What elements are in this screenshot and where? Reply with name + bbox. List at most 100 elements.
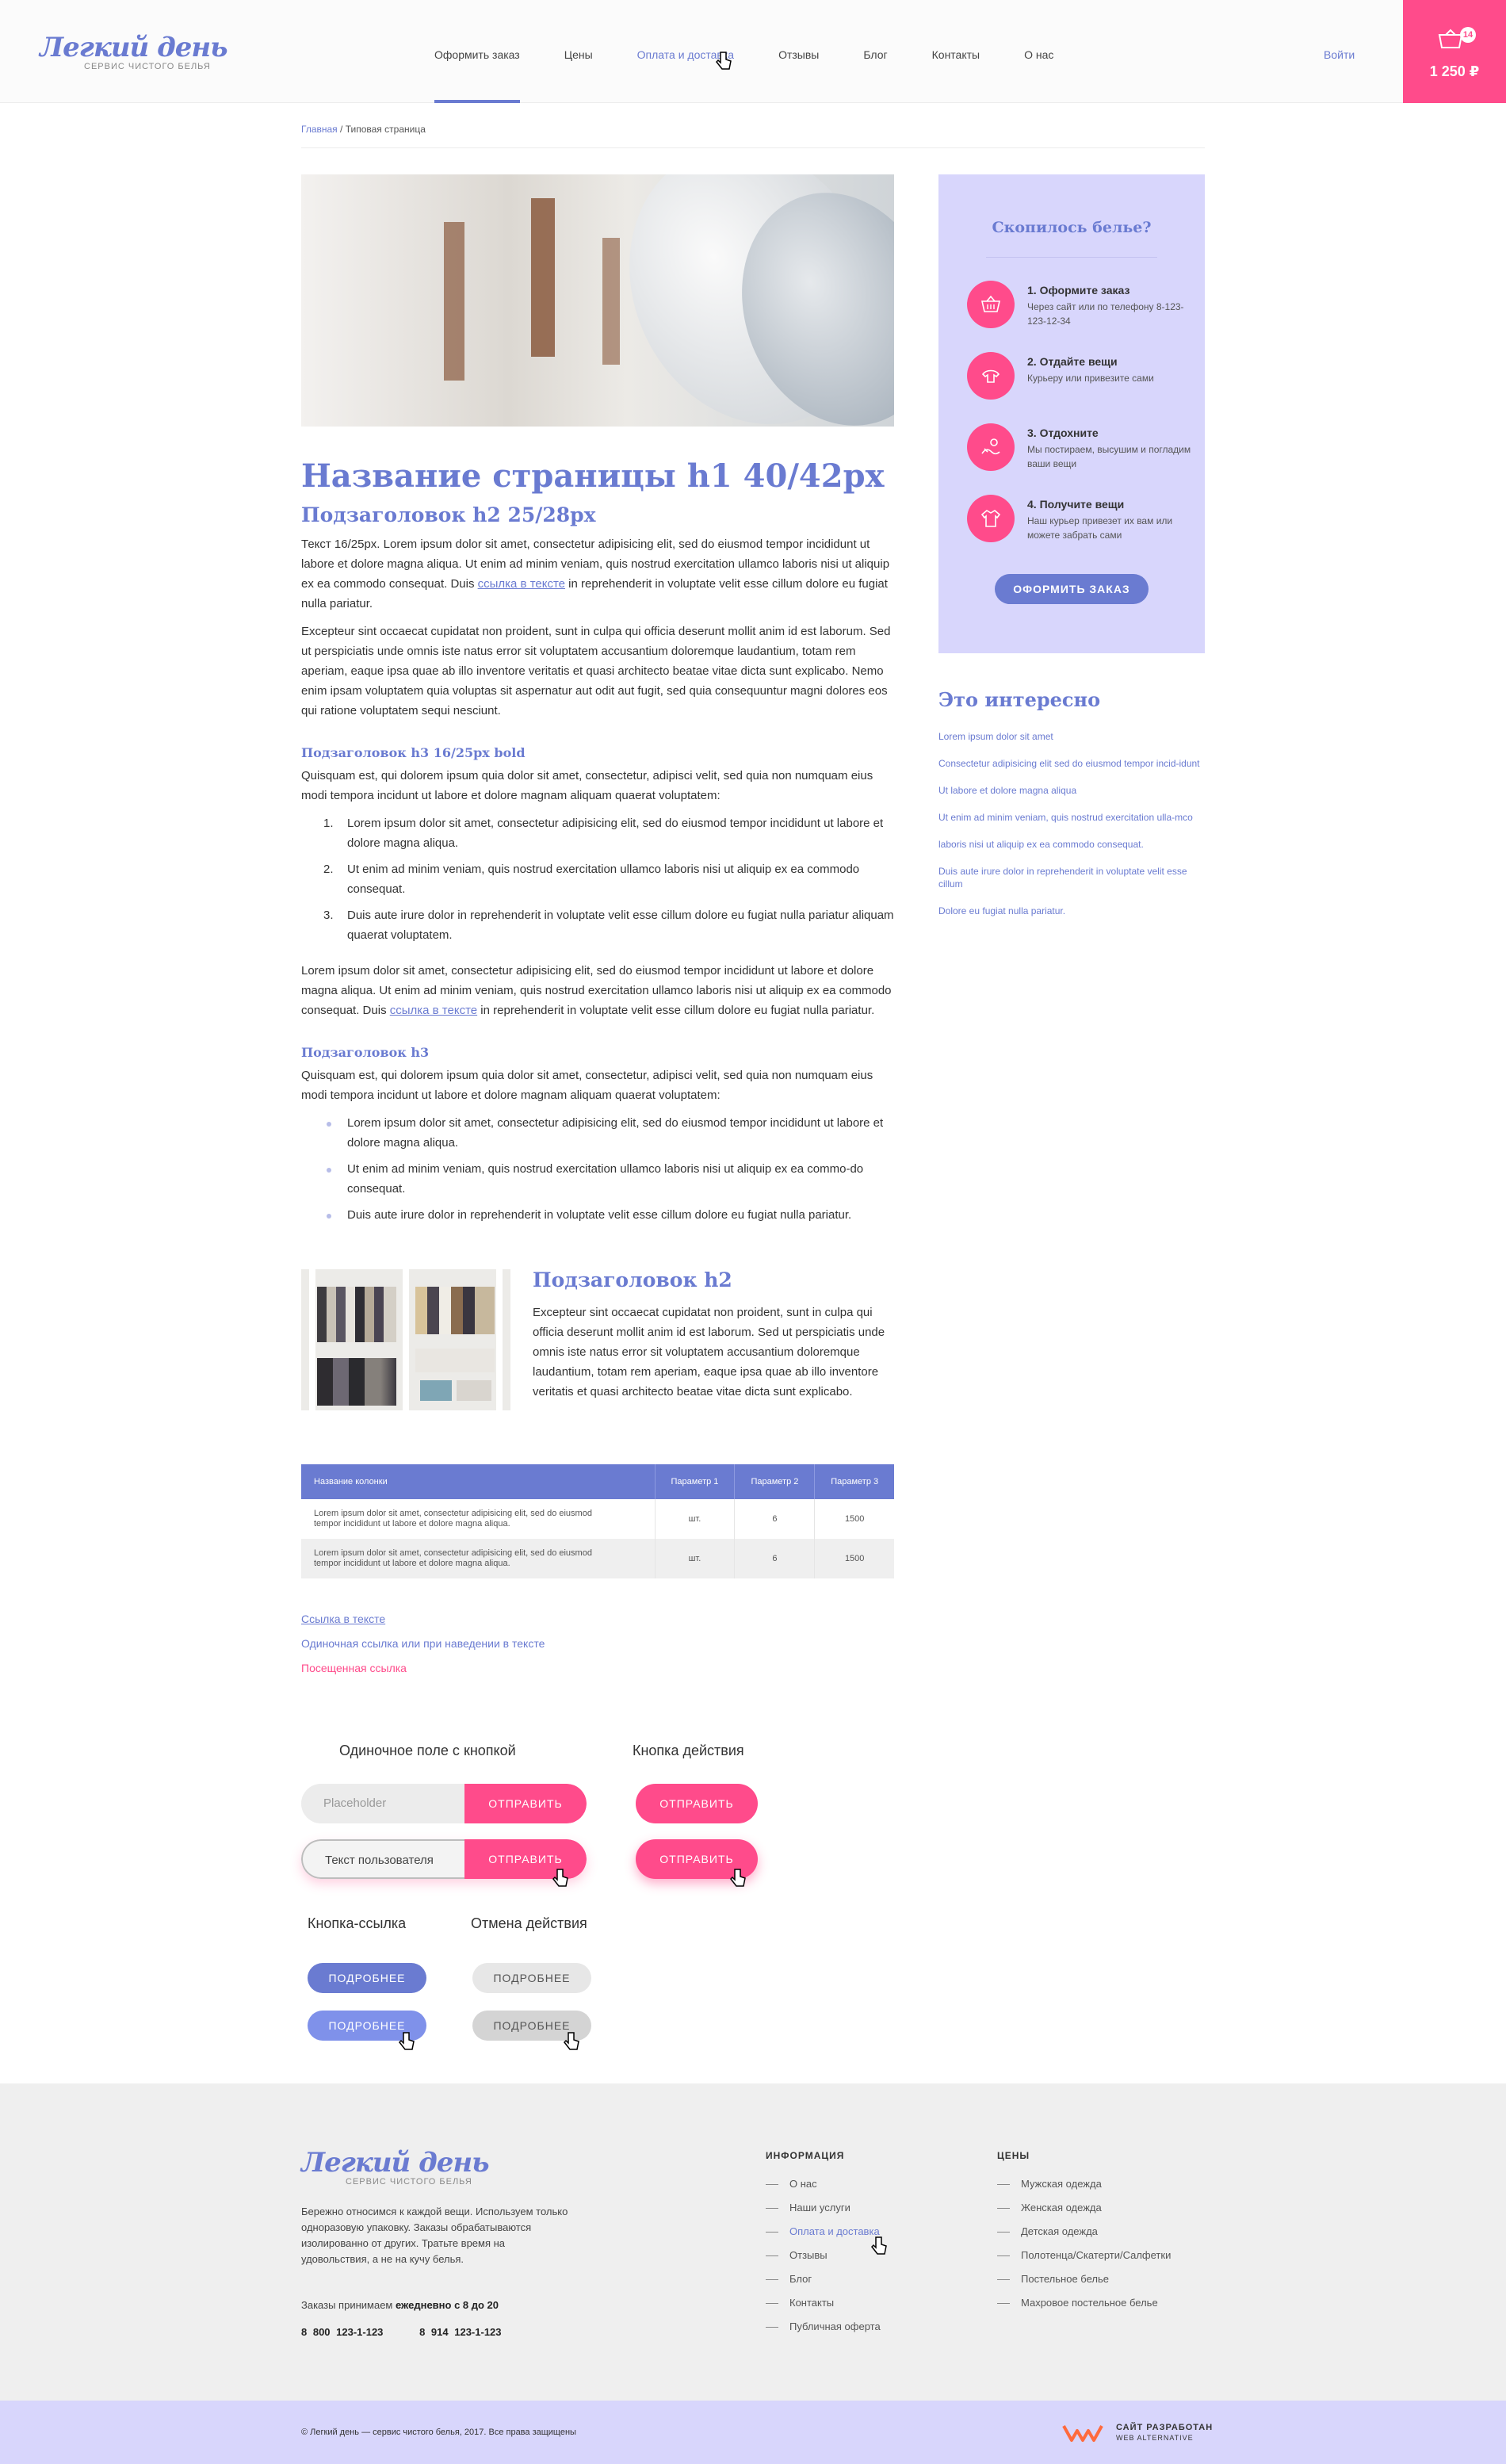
footer-link[interactable]: Женская одежда [997,2196,1171,2220]
media-text: Excepteur sint occaecat cupidatat non pr… [533,1306,885,1398]
site-header: Легкий день СЕРВИС ЧИСТОГО БЕЛЬЯ Оформит… [0,0,1506,103]
nav-order[interactable]: Оформить заказ [412,0,542,103]
login-link[interactable]: Войти [1324,0,1355,103]
footer-link[interactable]: Наши услуги [766,2196,881,2220]
text-input[interactable]: Placeholder [301,1784,464,1823]
nav-contacts[interactable]: Контакты [910,0,1002,103]
send-button[interactable]: ОТПРАВИТЬ [464,1784,587,1823]
hand-cursor-icon [564,2032,579,2050]
table-cell: шт. [654,1499,735,1539]
developer-credit[interactable]: САЙТ РАЗРАБОТАН WEB ALTERNATIVE [1062,2423,1213,2443]
list-item: Duis aute irure dolor in reprehenderit i… [301,1205,894,1225]
inline-link[interactable]: ссылка в тексте [390,1004,477,1017]
footer-link[interactable]: Детская одежда [997,2220,1171,2244]
media-title: Подзаголовок h2 [533,1268,732,1291]
action-button[interactable]: ОТПРАВИТЬ [636,1784,758,1823]
inline-link[interactable]: ссылка в тексте [478,577,565,591]
link-samples: Ссылка в тексте Одиночная ссылка или при… [301,1607,894,1681]
interest-link[interactable]: Dolore eu fugiat nulla pariatur. [938,905,1205,917]
hand-cursor-icon [716,52,732,70]
hand-cursor-icon [871,2236,887,2255]
breadcrumb: Главная / Типовая страница [301,124,1205,148]
basket-icon [1438,29,1463,48]
table-header-row: Название колонки Параметр 1 Параметр 2 П… [301,1464,894,1499]
table-cell: шт. [654,1539,735,1578]
list-item: 3. Duis aute irure dolor in reprehenderit… [323,909,894,942]
footer-description: Бережно относимся к каждой вещи. Использ… [301,2206,568,2265]
cart-button[interactable]: 14 1 250 ₽ [1403,0,1506,103]
basket-icon [967,281,1015,328]
interest-link[interactable]: laboris nisi ut aliquip ex ea commodo co… [938,838,1205,851]
hand-cursor-icon [399,2032,415,2050]
list-item: Lorem ipsum dolor sit amet, consectetur … [301,1113,894,1153]
table-cell: 6 [734,1499,815,1539]
breadcrumb-home[interactable]: Главная [301,124,338,135]
table-cell: 1500 [814,1499,894,1539]
site-footer: Легкий день СЕРВИС ЧИСТОГО БЕЛЬЯ Бережно… [0,2083,1506,2401]
form-samples: Одиночное поле с кнопкой Кнопка действия… [301,1736,894,2069]
field-title: Одиночное поле с кнопкой [339,1743,516,1758]
footer-link[interactable]: Публичная оферта [766,2315,881,2339]
visited-link[interactable]: Посещенная ссылка [301,1656,894,1681]
table-header: Название колонки [301,1464,655,1499]
nav-payment-delivery[interactable]: Оплата и доставка [615,0,756,103]
footer-info-column: ИНФОРМАЦИЯ О нас Наши услуги Оплата и до… [766,2150,881,2339]
text-link[interactable]: Ссылка в тексте [301,1607,894,1632]
interest-link[interactable]: Duis aute irure dolor in reprehenderit i… [938,865,1205,890]
table-row: Lorem ipsum dolor sit amet, consectetur … [301,1499,894,1539]
step-4: 4. Получите вещи Наш курьер привезет их … [967,495,1197,542]
copyright-bar: © Легкий день — сервис чистого белья, 20… [0,2401,1506,2464]
copyright-text: © Легкий день — сервис чистого белья, 20… [301,2428,576,2437]
main-content: Название страницы h1 40/42px Подзаголово… [301,174,894,1681]
nav-blog[interactable]: Блог [841,0,909,103]
nav-reviews[interactable]: Отзывы [756,0,841,103]
footer-link[interactable]: О нас [766,2172,881,2196]
table-cell: 6 [734,1539,815,1578]
interest-link[interactable]: Lorem ipsum dolor sit amet [938,730,1205,743]
logo[interactable]: Легкий день СЕРВИС ЧИСТОГО БЕЛЬЯ [40,32,228,71]
more-button[interactable]: ПОДРОБНЕЕ [308,1963,426,1993]
logo-title: Легкий день [40,32,228,63]
media-body: Подзаголовок h2 Excepteur sint occaecat … [533,1269,894,1410]
cancel-button[interactable]: ПОДРОБНЕЕ [472,1963,591,1993]
interest-title: Это интересно [938,688,1101,711]
cart-count-badge: 14 [1460,27,1476,43]
cart-sum: 1 250 ₽ [1429,63,1480,79]
footer-link[interactable]: Блог [766,2267,881,2291]
list-item: Ut enim ad minim veniam, quis nostrud ex… [301,1159,894,1199]
footer-link[interactable]: Полотенца/Скатерти/Салфетки [997,2244,1171,2267]
how-it-works: Скопилось белье? 1. Оформите заказ Через… [938,174,1205,653]
nav-about[interactable]: О нас [1002,0,1076,103]
shirt-icon [967,495,1015,542]
web-alternative-logo-icon [1062,2425,1103,2442]
interest-link[interactable]: Ut enim ad minim veniam, quis nostrud ex… [938,811,1205,824]
interest-link[interactable]: Ut labore et dolore magna aliqua [938,784,1205,797]
footer-link[interactable]: Постельное белье [997,2267,1171,2291]
step-2: 2. Отдайте вещи Курьеру или привезите са… [967,352,1197,400]
footer-link[interactable]: Махровое постельное белье [997,2291,1171,2315]
hero-image [301,174,894,427]
footer-link[interactable]: Отзывы [766,2244,881,2267]
footer-link[interactable]: Мужская одежда [997,2172,1171,2196]
footer-link[interactable]: Оплата и доставка [766,2220,881,2244]
footer-info-title: ИНФОРМАЦИЯ [766,2150,845,2161]
table-row: Lorem ipsum dolor sit amet, consectetur … [301,1539,894,1578]
subtitle-h3: Подзаголовок h3 [301,1045,430,1060]
footer-link[interactable]: Контакты [766,2291,881,2315]
table-cell: 1500 [814,1539,894,1578]
order-button[interactable]: ОФОРМИТЬ ЗАКАЗ [995,574,1149,604]
hand-cursor-icon [730,1869,746,1887]
subtitle-h2: Подзаголовок h2 25/28px [301,503,596,526]
paragraph-4: Lorem ipsum dolor sit amet, consectetur … [301,964,892,1017]
nav-prices[interactable]: Цены [542,0,615,103]
text-input[interactable]: Текст пользователя [301,1839,464,1879]
subtitle-h3-bold: Подзаголовок h3 16/25px bold [301,745,526,760]
phone-1[interactable]: 8 800 123-1-123 [301,2326,383,2338]
interesting-block: Это интересно Lorem ipsum dolor sit amet… [938,688,1205,917]
footer-logo[interactable]: Легкий день СЕРВИС ЧИСТОГО БЕЛЬЯ [301,2147,490,2187]
paragraph-2: Excepteur sint occaecat cupidatat non pr… [301,625,891,717]
single-link[interactable]: Одиночная ссылка или при наведении в тек… [301,1632,894,1656]
phone-2[interactable]: 8 914 123-1-123 [419,2326,501,2338]
table-cell: Lorem ipsum dolor sit amet, consectetur … [301,1539,655,1578]
interest-link[interactable]: Consectetur adipisicing elit sed do eius… [938,757,1205,770]
